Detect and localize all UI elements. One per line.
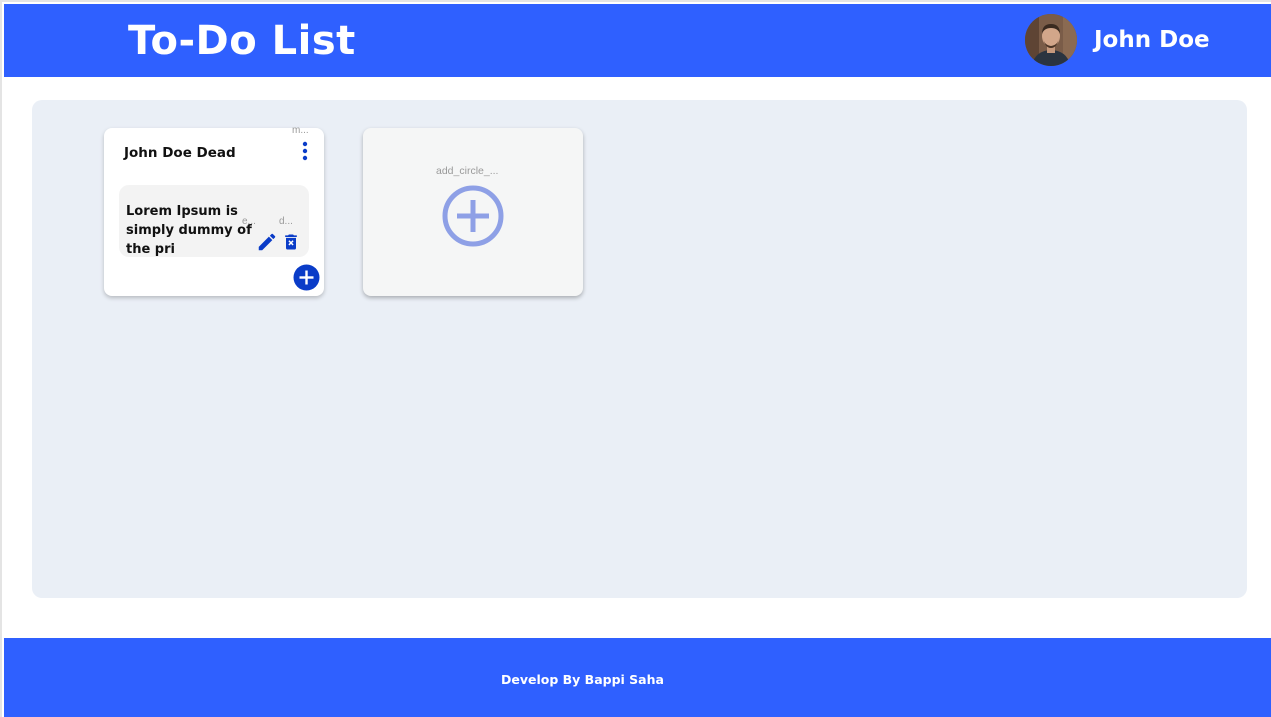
trash-icon: [285, 234, 297, 250]
app-window: To-Do List John Doe John Doe Dead m... L…: [0, 0, 1271, 717]
app-title: To-Do List: [128, 18, 356, 64]
edit-icon-label: e...: [242, 216, 256, 227]
add-list-card[interactable]: add_circle_...: [363, 128, 583, 296]
task-text: Lorem Ipsum is simply dummy of the pri: [126, 204, 252, 257]
pencil-icon: [258, 233, 276, 251]
footer-credit: Develop By Bappi Saha: [501, 672, 664, 687]
add-icon-label: add_circle_...: [436, 165, 499, 177]
top-bar: To-Do List John Doe: [4, 4, 1271, 77]
user-avatar[interactable]: [1025, 14, 1077, 66]
add-task-button[interactable]: [293, 264, 320, 291]
add-circle-icon: [293, 264, 320, 291]
edit-task-button[interactable]: [256, 231, 278, 253]
more-vert-icon: [302, 141, 308, 161]
menu-icon-label: m...: [292, 125, 309, 136]
avatar-image: [1025, 14, 1077, 66]
user-name[interactable]: John Doe: [1094, 24, 1210, 56]
footer: Develop By Bappi Saha: [4, 638, 1271, 717]
delete-icon-label: d...: [279, 216, 293, 227]
task-item[interactable]: Lorem Ipsum is simply dummy of the pri e…: [119, 185, 309, 257]
list-menu-button[interactable]: [297, 140, 313, 162]
add-circle-outline-icon: [442, 185, 504, 247]
delete-task-button[interactable]: [281, 232, 301, 252]
list-title: John Doe Dead: [124, 145, 236, 161]
todo-list-card: John Doe Dead m... Lorem Ipsum is simply…: [104, 125, 324, 296]
